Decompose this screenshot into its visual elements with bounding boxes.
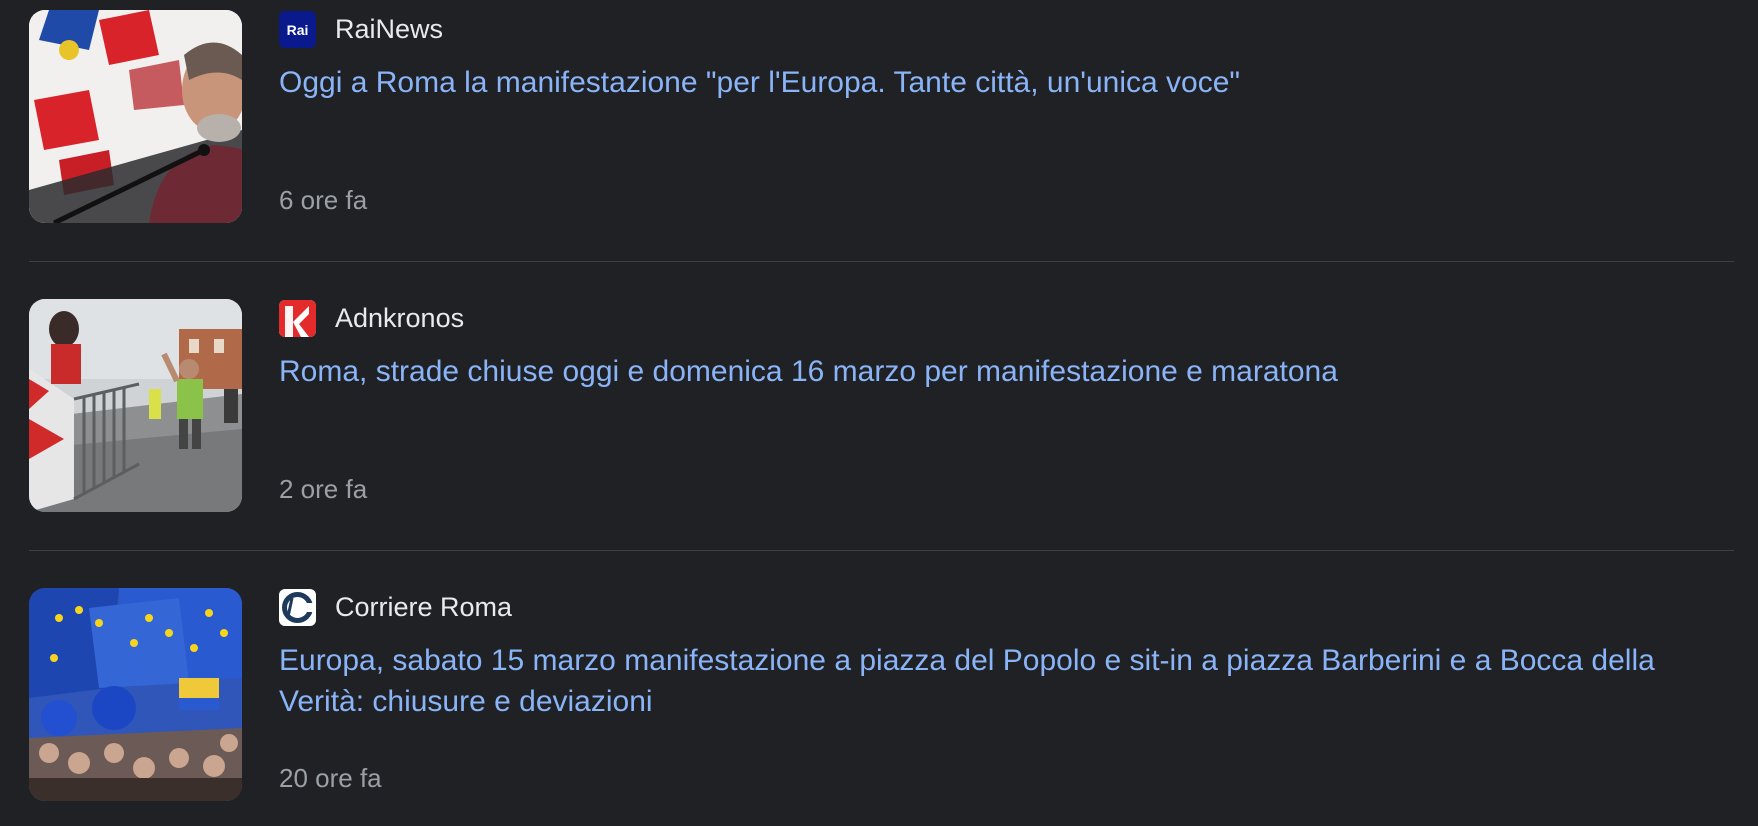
divider <box>29 261 1734 262</box>
article-headline-link[interactable]: Oggi a Roma la manifestazione "per l'Eur… <box>279 62 1719 103</box>
news-article-2[interactable]: Adnkronos Roma, strade chiuse oggi e dom… <box>29 289 1734 551</box>
article-headline-link[interactable]: Europa, sabato 15 marzo manifestazione a… <box>279 640 1719 722</box>
eu-flags-crowd-photo <box>29 588 242 801</box>
source-name: Adnkronos <box>335 303 465 333</box>
source-name: Corriere Roma <box>335 592 513 622</box>
article-thumbnail[interactable] <box>29 299 242 512</box>
article-headline-link[interactable]: Roma, strade chiuse oggi e domenica 16 m… <box>279 351 1719 392</box>
news-article-3[interactable]: Corriere Roma Europa, sabato 15 marzo ma… <box>29 578 1734 804</box>
news-article-1[interactable]: Rai RaiNews Oggi a Roma la manifestazion… <box>29 0 1734 262</box>
marathon-runners-photo <box>29 299 242 512</box>
article-source: Corriere Roma <box>279 588 512 626</box>
adnkronos-logo-icon <box>279 299 316 337</box>
article-source: Adnkronos <box>279 299 464 337</box>
divider <box>29 550 1734 551</box>
svg-text:Rai: Rai <box>287 22 309 38</box>
article-timestamp: 2 ore fa <box>279 474 368 504</box>
corriere-logo-icon <box>279 588 316 626</box>
rai-logo-icon: Rai <box>279 10 316 48</box>
source-name: RaiNews <box>335 14 444 44</box>
article-thumbnail[interactable] <box>29 10 242 223</box>
man-at-microphone-photo <box>29 10 242 223</box>
article-timestamp: 20 ore fa <box>279 763 382 793</box>
article-timestamp: 6 ore fa <box>279 185 368 215</box>
article-thumbnail[interactable] <box>29 588 242 801</box>
article-source: Rai RaiNews <box>279 10 443 48</box>
